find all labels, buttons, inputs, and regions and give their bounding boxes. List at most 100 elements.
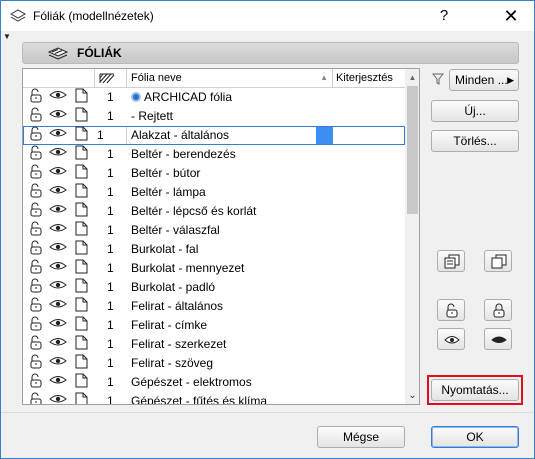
unlock-all-button[interactable]: [437, 299, 465, 321]
layer-extension[interactable]: [333, 240, 405, 259]
eye-icon[interactable]: [49, 107, 69, 126]
intersection-group-value[interactable]: 1: [107, 354, 123, 373]
layer-extension[interactable]: [333, 392, 405, 404]
layer-name[interactable]: Felirat - szöveg: [131, 354, 331, 373]
duplicate-button[interactable]: [484, 250, 512, 272]
intersection-group-value[interactable]: 1: [107, 145, 123, 164]
layer-name[interactable]: Beltér - lámpa: [131, 183, 331, 202]
wireframe-mode-icon[interactable]: [75, 240, 89, 259]
layer-extension[interactable]: [333, 316, 405, 335]
table-row[interactable]: 1 Beltér - lépcső és korlát: [23, 202, 405, 221]
cancel-button[interactable]: Mégse: [317, 426, 405, 448]
intersection-group-value[interactable]: 1: [107, 316, 123, 335]
table-row[interactable]: 1 Gépészet - elektromos: [23, 373, 405, 392]
wireframe-mode-icon[interactable]: [75, 107, 89, 126]
unlock-icon[interactable]: [29, 297, 45, 316]
table-row[interactable]: 1 ARCHICAD fólia: [23, 88, 405, 107]
lock-all-button[interactable]: [484, 299, 512, 321]
unlock-icon[interactable]: [29, 373, 45, 392]
intersection-group-value[interactable]: 1: [107, 335, 123, 354]
intersection-group-value[interactable]: 1: [107, 107, 123, 126]
eye-icon[interactable]: [49, 392, 69, 404]
layer-name[interactable]: Beltér - berendezés: [131, 145, 331, 164]
table-row[interactable]: 1 Beltér - bútor: [23, 164, 405, 183]
new-layer-button[interactable]: Új...: [431, 100, 519, 122]
eye-icon[interactable]: [49, 88, 69, 107]
unlock-icon[interactable]: [29, 354, 45, 373]
intersection-group-value[interactable]: 1: [107, 183, 123, 202]
scroll-up-icon[interactable]: ▲: [405, 69, 419, 86]
eye-icon[interactable]: [49, 316, 69, 335]
eye-icon[interactable]: [49, 297, 69, 316]
eye-icon[interactable]: [49, 240, 69, 259]
unlock-icon[interactable]: [29, 107, 45, 126]
eye-icon[interactable]: [49, 373, 69, 392]
intersection-group-value[interactable]: 1: [107, 202, 123, 221]
layer-extension[interactable]: [333, 202, 405, 221]
help-button[interactable]: ?: [421, 1, 467, 31]
wireframe-mode-icon[interactable]: [75, 297, 89, 316]
eye-icon[interactable]: [49, 278, 69, 297]
scroll-down-icon[interactable]: ⌄: [405, 387, 419, 404]
layer-name[interactable]: Felirat - szerkezet: [131, 335, 331, 354]
unlock-icon[interactable]: [29, 316, 45, 335]
scroll-thumb[interactable]: [407, 86, 418, 214]
layer-name[interactable]: Burkolat - padló: [131, 278, 331, 297]
table-row[interactable]: 1 Beltér - berendezés: [23, 145, 405, 164]
wireframe-mode-icon[interactable]: [75, 316, 89, 335]
layer-extension[interactable]: [333, 107, 405, 126]
layer-extension[interactable]: [333, 297, 405, 316]
unlock-icon[interactable]: [29, 392, 45, 404]
intersection-group-value[interactable]: 1: [107, 88, 123, 107]
layer-name[interactable]: Gépészet - fűtés és klíma: [131, 392, 331, 404]
unlock-icon[interactable]: [29, 88, 45, 107]
layer-name[interactable]: Burkolat - fal: [131, 240, 331, 259]
eye-icon[interactable]: [49, 145, 69, 164]
eye-icon[interactable]: [49, 126, 69, 145]
intersection-group-value[interactable]: 1: [107, 164, 123, 183]
wireframe-mode-icon[interactable]: [75, 202, 89, 221]
wireframe-mode-icon[interactable]: [75, 126, 89, 145]
layer-extension[interactable]: [333, 354, 405, 373]
wireframe-mode-icon[interactable]: [75, 278, 89, 297]
layer-name[interactable]: Burkolat - mennyezet: [131, 259, 331, 278]
intersection-group-value[interactable]: 1: [97, 126, 113, 145]
layer-name[interactable]: - Rejtett: [131, 107, 331, 126]
layer-name[interactable]: ARCHICAD fólia: [131, 88, 331, 107]
layer-extension[interactable]: [333, 278, 405, 297]
intersection-group-value[interactable]: 1: [107, 278, 123, 297]
table-row[interactable]: 1 Felirat - címke: [23, 316, 405, 335]
layer-extension[interactable]: [333, 164, 405, 183]
table-row[interactable]: 1 Felirat - szöveg: [23, 354, 405, 373]
layer-extension[interactable]: [333, 259, 405, 278]
show-all-button[interactable]: [437, 328, 465, 350]
intersection-group-header[interactable]: [95, 69, 127, 88]
intersection-group-value[interactable]: 1: [107, 259, 123, 278]
table-row[interactable]: 1 Felirat - általános: [23, 297, 405, 316]
unlock-icon[interactable]: [29, 240, 45, 259]
wireframe-mode-icon[interactable]: [75, 145, 89, 164]
layer-extension[interactable]: [333, 145, 405, 164]
eye-icon[interactable]: [49, 259, 69, 278]
table-row[interactable]: 1 Felirat - szerkezet: [23, 335, 405, 354]
unlock-icon[interactable]: [29, 278, 45, 297]
intersection-group-value[interactable]: 1: [107, 373, 123, 392]
unlock-icon[interactable]: [29, 221, 45, 240]
caret-down-icon[interactable]: ▼: [3, 32, 11, 41]
wireframe-mode-icon[interactable]: [75, 335, 89, 354]
layer-name[interactable]: Felirat - általános: [131, 297, 331, 316]
eye-icon[interactable]: [49, 354, 69, 373]
layer-name[interactable]: Beltér - bútor: [131, 164, 331, 183]
eye-icon[interactable]: [49, 202, 69, 221]
eye-icon[interactable]: [49, 221, 69, 240]
unlock-icon[interactable]: [29, 145, 45, 164]
wireframe-mode-icon[interactable]: [75, 221, 89, 240]
intersection-group-value[interactable]: 1: [107, 297, 123, 316]
wireframe-mode-icon[interactable]: [75, 183, 89, 202]
layer-extension[interactable]: [333, 373, 405, 392]
close-button[interactable]: ✕: [488, 1, 534, 31]
unlock-icon[interactable]: [29, 259, 45, 278]
unlock-icon[interactable]: [29, 202, 45, 221]
layer-extension[interactable]: [333, 88, 405, 107]
unlock-icon[interactable]: [29, 335, 45, 354]
